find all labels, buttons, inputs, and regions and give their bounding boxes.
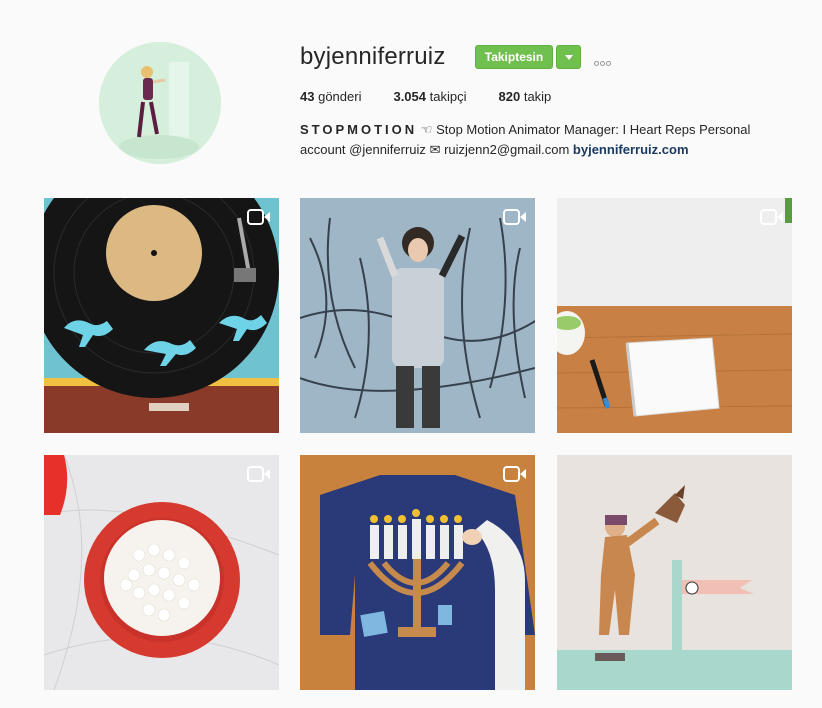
post-image (557, 455, 792, 690)
pointing-hand-icon: ☜ (420, 122, 433, 137)
envelope-icon: ✉ (429, 142, 441, 157)
bio-website-link[interactable]: byjenniferruiz.com (573, 142, 689, 157)
post-tile[interactable] (300, 455, 535, 690)
following-count: 820 (498, 89, 521, 104)
post-tile[interactable] (44, 455, 279, 690)
suggestions-dropdown-button[interactable] (556, 45, 581, 69)
more-icon (594, 61, 599, 66)
chevron-down-icon (565, 55, 573, 60)
profile-full-name: STOPMOTION (300, 122, 418, 137)
followers-stat[interactable]: 3.054 takipçi (393, 89, 466, 104)
avatar-image (99, 42, 221, 164)
following-stat[interactable]: 820 takip (499, 89, 552, 104)
post-image (44, 455, 279, 690)
post-image (300, 455, 535, 690)
posts-count: 43 (300, 89, 315, 104)
post-tile[interactable] (557, 455, 792, 690)
video-camera-icon (760, 209, 783, 225)
post-tile[interactable] (44, 198, 279, 433)
more-icon (600, 61, 605, 66)
video-camera-icon (503, 466, 526, 482)
post-image (44, 198, 279, 433)
profile-bio: STOPMOTION ☜ Stop Motion Animator Manage… (300, 120, 780, 160)
post-image (557, 198, 792, 433)
avatar[interactable] (99, 42, 221, 164)
followers-count: 3.054 (393, 89, 427, 104)
bio-text-line1: Stop Motion Animator Manager: I Heart Re… (436, 122, 751, 137)
video-camera-icon (503, 209, 526, 225)
following-label: takip (523, 89, 552, 104)
more-options-button[interactable] (594, 53, 616, 66)
profile-stats: 43 gönderi 3.054 takipçi 820 takip (300, 89, 583, 104)
more-icon (606, 61, 611, 66)
post-tile[interactable] (557, 198, 792, 433)
posts-label: gönderi (318, 89, 362, 104)
bio-text-line2: account @jenniferruiz (300, 142, 426, 157)
post-tile[interactable] (300, 198, 535, 433)
followers-label: takipçi (429, 89, 467, 104)
post-image (300, 198, 535, 433)
profile-username: byjenniferruiz (300, 43, 446, 70)
following-button[interactable]: Takiptesin (475, 45, 553, 69)
video-camera-icon (247, 209, 270, 225)
video-camera-icon (247, 466, 270, 482)
bio-email: ruizjenn2@gmail.com (444, 142, 570, 157)
posts-stat: 43 gönderi (300, 89, 361, 104)
